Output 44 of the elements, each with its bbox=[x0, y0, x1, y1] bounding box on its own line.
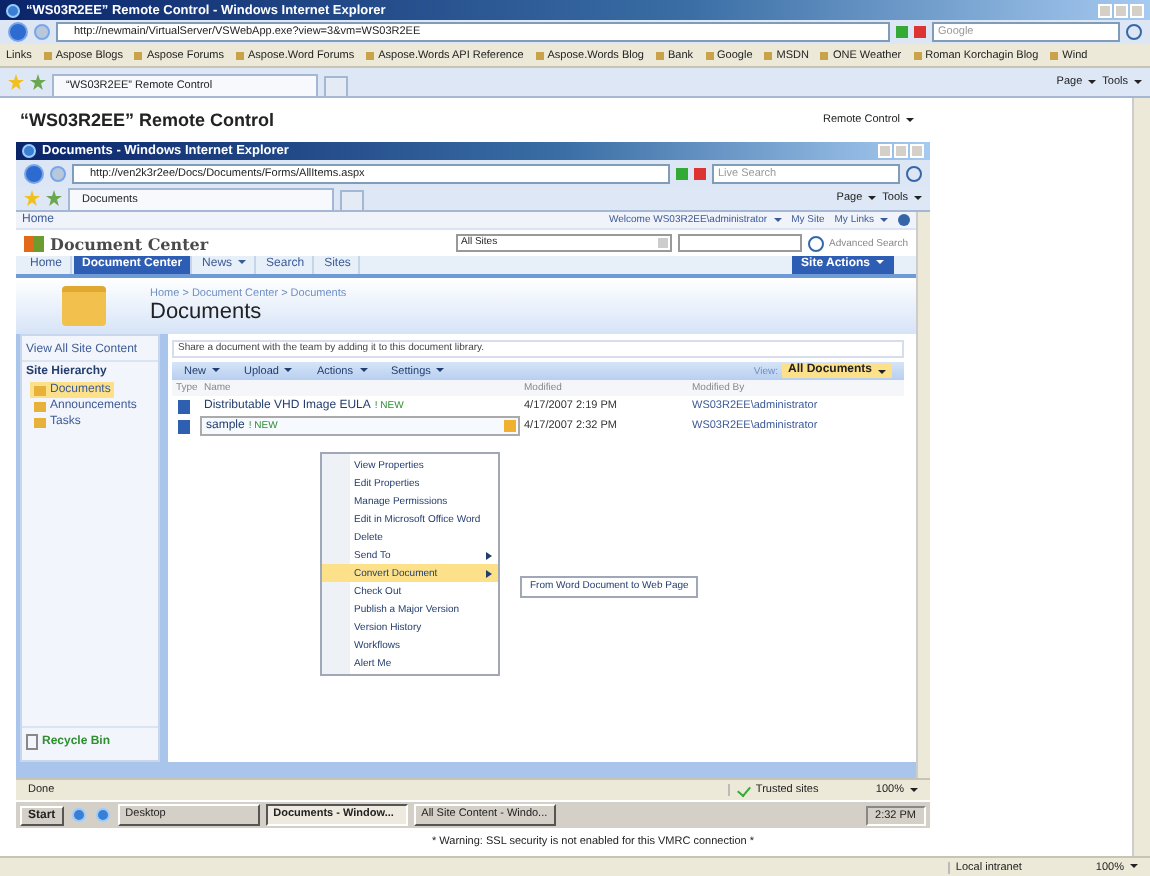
caret-icon bbox=[1088, 79, 1097, 84]
caret-icon bbox=[906, 117, 914, 122]
browser-icon bbox=[22, 144, 36, 158]
search-icon[interactable] bbox=[1126, 24, 1142, 40]
add-favorite-icon[interactable] bbox=[30, 74, 46, 90]
close-button[interactable] bbox=[1130, 3, 1144, 17]
scrollbar[interactable] bbox=[1132, 98, 1150, 856]
forward-icon[interactable] bbox=[34, 24, 50, 40]
folder-icon bbox=[62, 286, 106, 326]
scrollbar[interactable] bbox=[916, 212, 930, 778]
search-field[interactable] bbox=[677, 234, 802, 252]
caret-icon bbox=[876, 260, 884, 265]
maximize-button[interactable] bbox=[1114, 3, 1128, 17]
caret-icon bbox=[868, 195, 877, 200]
caret-icon bbox=[212, 368, 221, 373]
caret-icon bbox=[880, 217, 888, 222]
minimize-button[interactable] bbox=[878, 144, 892, 158]
search-icon[interactable] bbox=[807, 235, 824, 251]
new-tab-button[interactable] bbox=[340, 190, 364, 210]
minimize-button[interactable] bbox=[1098, 3, 1112, 17]
add-favorite-icon[interactable] bbox=[46, 190, 62, 206]
logo-icon bbox=[24, 235, 44, 251]
browser-icon bbox=[6, 3, 20, 17]
site-title: Document Center bbox=[50, 233, 209, 253]
caret-icon bbox=[910, 787, 918, 792]
page-heading: “WS03R2EE” Remote Control bbox=[18, 110, 275, 130]
forward-icon[interactable] bbox=[50, 165, 66, 181]
caret-icon bbox=[359, 368, 367, 373]
caret-icon bbox=[773, 217, 782, 222]
check-icon bbox=[736, 782, 751, 798]
maximize-button[interactable] bbox=[894, 144, 908, 158]
close-button[interactable] bbox=[910, 144, 924, 158]
caret-icon bbox=[878, 370, 886, 374]
caret-icon bbox=[436, 368, 445, 373]
back-icon[interactable] bbox=[24, 163, 44, 183]
caret-icon bbox=[284, 368, 293, 373]
caret-icon bbox=[914, 195, 922, 200]
back-icon[interactable] bbox=[8, 22, 28, 42]
caret-icon bbox=[1134, 79, 1142, 84]
new-tab-button[interactable] bbox=[324, 76, 348, 96]
caret-icon bbox=[1130, 864, 1138, 869]
page-title: Documents bbox=[150, 300, 264, 324]
search-icon[interactable] bbox=[906, 165, 922, 181]
help-icon[interactable] bbox=[898, 214, 910, 226]
